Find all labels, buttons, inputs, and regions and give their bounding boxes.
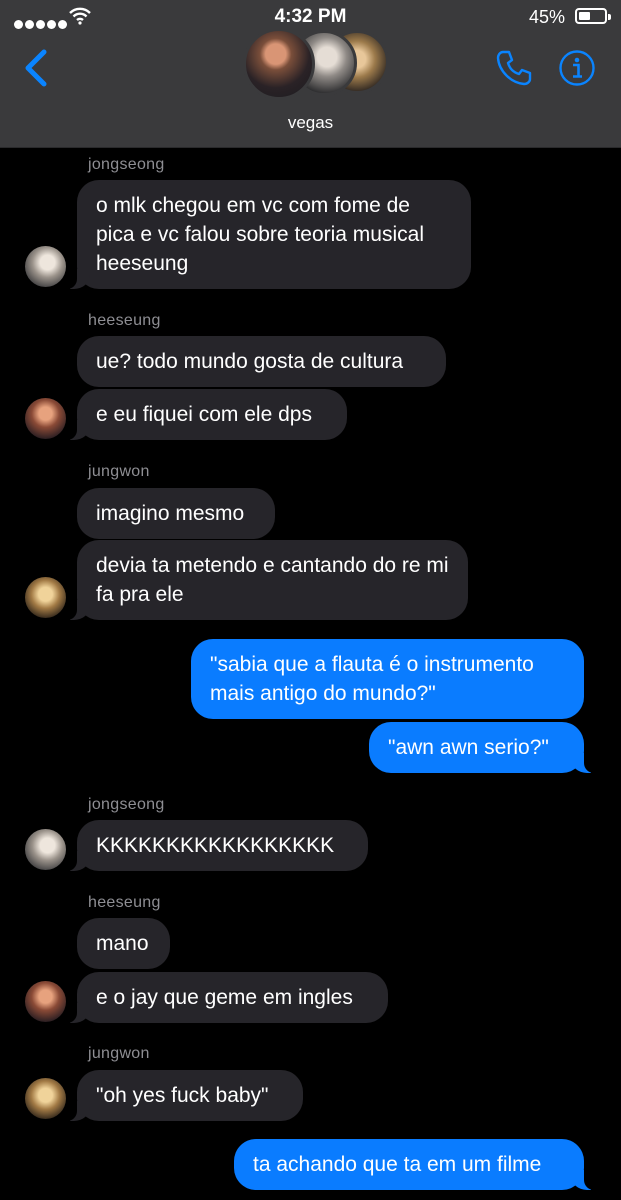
incoming-message[interactable]: ue? todo mundo gosta de cultura	[77, 336, 446, 387]
info-icon[interactable]	[558, 49, 596, 87]
battery-percent: 45%	[528, 7, 565, 27]
incoming-message[interactable]: mano	[77, 918, 170, 969]
avatar[interactable]	[25, 398, 66, 439]
conversation-header: 4:32 PM 45% vegas	[0, 0, 621, 148]
group-avatar-stack[interactable]	[243, 28, 389, 100]
phone-icon[interactable]	[494, 48, 534, 88]
avatar[interactable]	[25, 577, 66, 618]
sender-name: jongseong	[88, 156, 165, 173]
avatar[interactable]	[25, 981, 66, 1022]
outgoing-message[interactable]: ta achando que ta em um filme	[234, 1139, 594, 1190]
avatar[interactable]	[25, 829, 66, 870]
outgoing-message[interactable]: "sabia que a flauta é o instrumento mais…	[191, 639, 584, 719]
incoming-message[interactable]: devia ta metendo e cantando do re mi fa …	[67, 540, 468, 620]
sender-name: heeseung	[88, 312, 161, 329]
incoming-message[interactable]: o mlk chegou em vc com fome de pica e vc…	[67, 180, 471, 289]
outgoing-message[interactable]: "awn awn serio?"	[369, 722, 594, 773]
sender-name: jongseong	[88, 796, 165, 813]
sender-name: heeseung	[88, 894, 161, 911]
sender-name: jungwon	[88, 1045, 150, 1062]
status-bar: 4:32 PM 45%	[0, 4, 621, 29]
incoming-message[interactable]: e eu fiquei com ele dps	[67, 389, 347, 440]
battery-icon	[575, 8, 611, 24]
chevron-left-icon[interactable]	[22, 48, 52, 88]
incoming-message[interactable]: "oh yes fuck baby"	[67, 1070, 303, 1121]
incoming-message[interactable]: imagino mesmo	[77, 488, 275, 539]
incoming-message[interactable]: KKKKKKKKKKKKKKKKK	[67, 820, 368, 871]
group-member-avatar	[243, 28, 315, 100]
group-name[interactable]: vegas	[0, 113, 621, 133]
incoming-message[interactable]: e o jay que geme em ingles	[67, 972, 388, 1023]
sender-name: jungwon	[88, 463, 150, 480]
status-time: 4:32 PM	[274, 6, 347, 27]
avatar[interactable]	[25, 246, 66, 287]
avatar[interactable]	[25, 1078, 66, 1119]
